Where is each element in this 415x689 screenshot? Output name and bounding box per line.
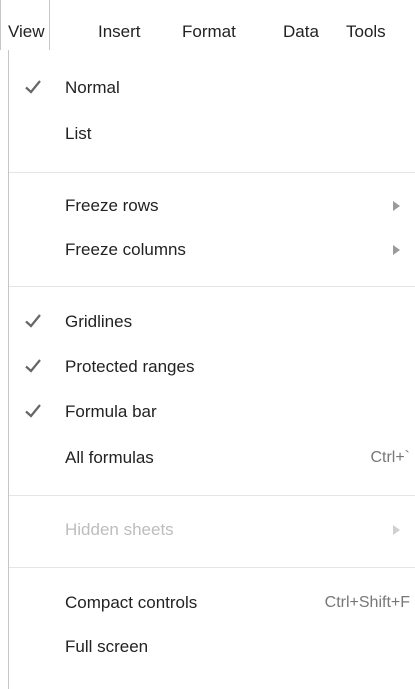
menu-item-hidden-sheets: Hidden sheets xyxy=(9,510,415,550)
menu-item-list[interactable]: List xyxy=(9,114,415,154)
shortcut-label: Ctrl+` xyxy=(370,449,410,466)
submenu-arrow-icon xyxy=(393,245,400,255)
menu-separator xyxy=(9,495,415,496)
menu-item-label: Full screen xyxy=(65,637,149,656)
check-icon xyxy=(23,77,43,97)
menu-item-formula-bar[interactable]: Formula bar xyxy=(9,392,415,432)
menu-insert[interactable]: Insert xyxy=(98,0,141,50)
check-icon xyxy=(23,356,43,376)
menu-item-label: Protected ranges xyxy=(65,357,195,376)
menu-item-freeze-rows[interactable]: Freeze rows xyxy=(9,186,415,226)
menu-item-label: Freeze columns xyxy=(65,240,186,259)
menu-item-freeze-columns[interactable]: Freeze columns xyxy=(9,230,415,270)
shortcut-label: Ctrl+Shift+F xyxy=(324,594,410,611)
view-menu-dropdown: Normal List Freeze rows Freeze columns G… xyxy=(8,49,415,689)
menu-item-normal[interactable]: Normal xyxy=(9,68,415,108)
menu-tools[interactable]: Tools xyxy=(346,0,386,50)
menu-item-gridlines[interactable]: Gridlines xyxy=(9,302,415,342)
menu-format[interactable]: Format xyxy=(182,0,236,50)
menu-item-label: All formulas xyxy=(65,448,154,467)
submenu-arrow-icon xyxy=(393,525,400,535)
menu-item-compact-controls[interactable]: Compact controls Ctrl+Shift+F xyxy=(9,583,415,623)
menu-item-label: Hidden sheets xyxy=(65,520,174,539)
menu-separator xyxy=(9,286,415,287)
menu-view[interactable]: View xyxy=(0,0,50,50)
menu-item-label: Freeze rows xyxy=(65,196,159,215)
menu-item-label: Gridlines xyxy=(65,312,133,331)
menu-item-label: Compact controls xyxy=(65,593,198,612)
menu-item-label: List xyxy=(65,124,92,143)
menu-bar: View Insert Format Data Tools xyxy=(0,0,415,50)
menu-item-label: Formula bar xyxy=(65,402,157,421)
menu-separator xyxy=(9,567,415,568)
menu-item-label: Normal xyxy=(65,78,120,97)
check-icon xyxy=(23,311,43,331)
submenu-arrow-icon xyxy=(393,201,400,211)
menu-item-all-formulas[interactable]: All formulas Ctrl+` xyxy=(9,438,415,478)
menu-item-full-screen[interactable]: Full screen xyxy=(9,627,415,667)
menu-separator xyxy=(9,172,415,173)
menu-data[interactable]: Data xyxy=(283,0,319,50)
check-icon xyxy=(23,401,43,421)
menu-item-protected-ranges[interactable]: Protected ranges xyxy=(9,347,415,387)
